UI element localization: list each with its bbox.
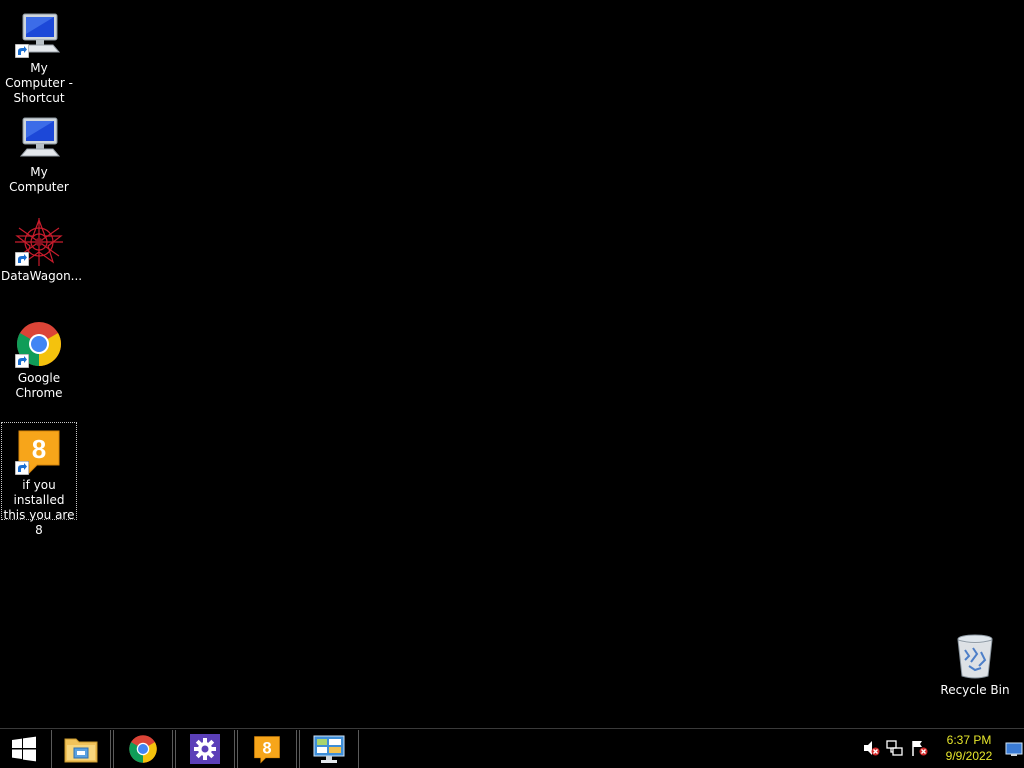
taskbar-scratch-8-button[interactable]: 8 (237, 730, 297, 768)
desktop-icon-google-chrome[interactable]: Google Chrome (1, 316, 77, 401)
network-disconnected-icon[interactable] (886, 739, 904, 757)
my-computer-icon (15, 114, 63, 162)
desktop-icon-label: Recycle Bin (940, 683, 1010, 697)
shortcut-arrow-icon (15, 461, 29, 475)
taskbar-settings-button[interactable] (175, 730, 235, 768)
start-button[interactable] (0, 730, 48, 768)
desktop-icon-label: Google Chrome (15, 371, 63, 400)
control-panel-icon (313, 735, 345, 763)
desktop-icon-label: My Computer - Shortcut (5, 61, 73, 105)
desktop-icon-recycle-bin[interactable]: Recycle Bin (937, 628, 1013, 698)
show-desktop-icon[interactable] (1005, 740, 1023, 758)
gear-icon (190, 734, 220, 764)
taskbar-control-panel-button[interactable] (299, 730, 359, 768)
desktop-icon-scratch-8[interactable]: 8 if you installed this you are 8 (1, 422, 77, 537)
svg-text:8: 8 (32, 434, 46, 464)
desktop-icon-datawagon[interactable]: DataWagon... (1, 214, 83, 284)
folder-icon (64, 738, 98, 763)
datawagon-icon (15, 218, 63, 266)
desktop-icon-my-computer-shortcut[interactable]: My Computer - Shortcut (1, 6, 77, 106)
action-center-flag-icon[interactable] (910, 739, 928, 757)
volume-muted-icon[interactable] (862, 739, 880, 757)
desktop-icon-label: My Computer (9, 165, 69, 194)
scratch-8-icon: 8 (15, 427, 63, 475)
taskbar-file-explorer-button[interactable] (51, 730, 111, 768)
shortcut-arrow-icon (15, 354, 29, 368)
desktop-icon-label: if you installed this you are 8 (3, 478, 75, 537)
clock-date: 9/9/2022 (945, 749, 993, 763)
clock-time: 6:37 PM (946, 733, 992, 747)
my-computer-icon (15, 10, 63, 58)
taskbar-clock[interactable]: 6:37 PM 9/9/2022 (936, 732, 1002, 764)
chrome-icon (129, 735, 157, 763)
desktop: My Computer - Shortcut My Computer DataW… (0, 0, 1024, 728)
scratch-8-icon: 8 (254, 736, 280, 764)
desktop-icon-label: DataWagon... (1, 269, 83, 283)
shortcut-arrow-icon (15, 44, 29, 58)
svg-text:8: 8 (262, 739, 271, 757)
taskbar-chrome-button[interactable] (113, 730, 173, 768)
taskbar: 8 6:37 PM 9/9/2022 (0, 728, 1024, 768)
recycle-bin-icon (951, 632, 999, 680)
chrome-icon (15, 320, 63, 368)
shortcut-arrow-icon (15, 252, 29, 266)
desktop-icon-my-computer[interactable]: My Computer (1, 110, 77, 195)
windows-logo-icon (12, 736, 36, 762)
